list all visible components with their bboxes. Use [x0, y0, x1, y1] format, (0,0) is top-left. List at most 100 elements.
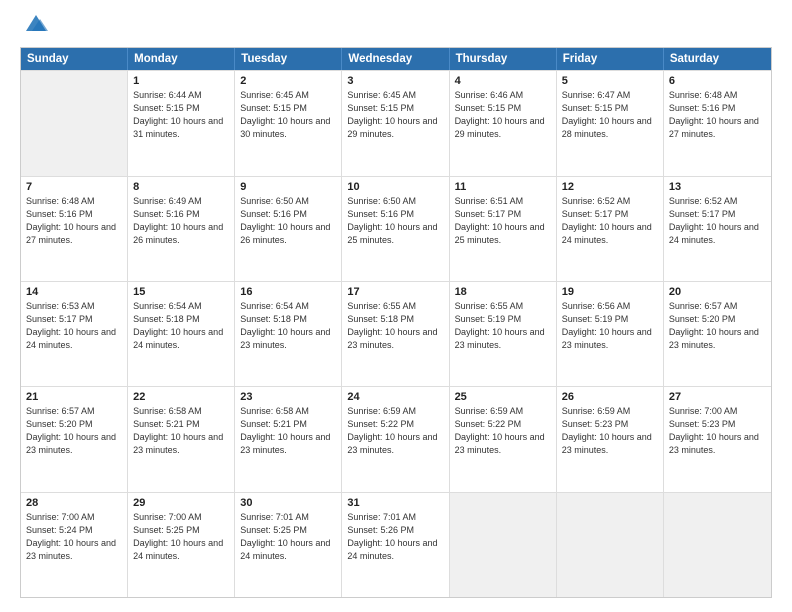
day-info: Sunrise: 6:48 AMSunset: 5:16 PMDaylight:… [26, 195, 122, 247]
day-number: 31 [347, 497, 443, 509]
header-day-wednesday: Wednesday [342, 48, 449, 70]
calendar-row-3: 14Sunrise: 6:53 AMSunset: 5:17 PMDayligh… [21, 281, 771, 386]
calendar-cell: 30 Sunrise: 7:01 AMSunset: 5:25 PMDayligh… [235, 493, 342, 597]
day-number: 22 [133, 391, 229, 403]
calendar-cell: 23 Sunrise: 6:58 AMSunset: 5:21 PMDayligh… [235, 387, 342, 491]
day-info: Sunrise: 6:59 AMSunset: 5:22 PMDaylight:… [455, 405, 551, 457]
day-info: Sunrise: 6:52 AMSunset: 5:17 PMDaylight:… [562, 195, 658, 247]
day-info: Sunrise: 6:50 AMSunset: 5:16 PMDaylight:… [347, 195, 443, 247]
header-day-saturday: Saturday [664, 48, 771, 70]
header-day-friday: Friday [557, 48, 664, 70]
calendar-cell: 17 Sunrise: 6:55 AMSunset: 5:18 PMDayligh… [342, 282, 449, 386]
day-info: Sunrise: 6:52 AMSunset: 5:17 PMDaylight:… [669, 195, 766, 247]
day-info: Sunrise: 7:00 AMSunset: 5:23 PMDaylight:… [669, 405, 766, 457]
day-number: 25 [455, 391, 551, 403]
day-number: 10 [347, 181, 443, 193]
day-info: Sunrise: 6:49 AMSunset: 5:16 PMDaylight:… [133, 195, 229, 247]
day-info: Sunrise: 6:57 AMSunset: 5:20 PMDaylight:… [26, 405, 122, 457]
day-number: 7 [26, 181, 122, 193]
day-info: Sunrise: 7:00 AMSunset: 5:24 PMDaylight:… [26, 511, 122, 563]
calendar-cell: 10 Sunrise: 6:50 AMSunset: 5:16 PMDayligh… [342, 177, 449, 281]
day-number: 20 [669, 286, 766, 298]
day-number: 13 [669, 181, 766, 193]
calendar-cell: 4Sunrise: 6:46 AMSunset: 5:15 PMDaylight… [450, 71, 557, 175]
day-number: 6 [669, 75, 766, 87]
calendar-cell: 28 Sunrise: 7:00 AMSunset: 5:24 PMDayligh… [21, 493, 128, 597]
day-info: Sunrise: 6:50 AMSunset: 5:16 PMDaylight:… [240, 195, 336, 247]
day-number: 21 [26, 391, 122, 403]
day-info: Sunrise: 6:55 AMSunset: 5:18 PMDaylight:… [347, 300, 443, 352]
calendar-cell: 20 Sunrise: 6:57 AMSunset: 5:20 PMDayligh… [664, 282, 771, 386]
day-number: 9 [240, 181, 336, 193]
calendar-cell: 19 Sunrise: 6:56 AMSunset: 5:19 PMDayligh… [557, 282, 664, 386]
day-info: Sunrise: 6:56 AMSunset: 5:19 PMDaylight:… [562, 300, 658, 352]
day-number: 26 [562, 391, 658, 403]
calendar-cell: 27 Sunrise: 7:00 AMSunset: 5:23 PMDayligh… [664, 387, 771, 491]
calendar-cell [557, 493, 664, 597]
calendar-cell: 21 Sunrise: 6:57 AMSunset: 5:20 PMDayligh… [21, 387, 128, 491]
day-number: 2 [240, 75, 336, 87]
day-info: Sunrise: 7:01 AMSunset: 5:25 PMDaylight:… [240, 511, 336, 563]
header [20, 18, 772, 37]
day-info: Sunrise: 6:53 AMSunset: 5:17 PMDaylight:… [26, 300, 122, 352]
day-number: 17 [347, 286, 443, 298]
day-info: Sunrise: 6:57 AMSunset: 5:20 PMDaylight:… [669, 300, 766, 352]
calendar-row-2: 7 Sunrise: 6:48 AMSunset: 5:16 PMDaylight… [21, 176, 771, 281]
page: SundayMondayTuesdayWednesdayThursdayFrid… [0, 0, 792, 612]
day-info: Sunrise: 7:01 AMSunset: 5:26 PMDaylight:… [347, 511, 443, 563]
day-number: 4 [455, 75, 551, 87]
calendar-cell: 24 Sunrise: 6:59 AMSunset: 5:22 PMDayligh… [342, 387, 449, 491]
day-number: 19 [562, 286, 658, 298]
day-info: Sunrise: 6:48 AMSunset: 5:16 PMDaylight:… [669, 89, 766, 141]
header-day-monday: Monday [128, 48, 235, 70]
calendar-cell: 22 Sunrise: 6:58 AMSunset: 5:21 PMDayligh… [128, 387, 235, 491]
day-number: 23 [240, 391, 336, 403]
calendar-cell: 25 Sunrise: 6:59 AMSunset: 5:22 PMDayligh… [450, 387, 557, 491]
calendar-cell: 26 Sunrise: 6:59 AMSunset: 5:23 PMDayligh… [557, 387, 664, 491]
day-info: Sunrise: 6:45 AMSunset: 5:15 PMDaylight:… [347, 89, 443, 141]
day-number: 12 [562, 181, 658, 193]
calendar-cell: 12 Sunrise: 6:52 AMSunset: 5:17 PMDayligh… [557, 177, 664, 281]
calendar-cell [21, 71, 128, 175]
day-number: 1 [133, 75, 229, 87]
day-number: 18 [455, 286, 551, 298]
calendar-cell: 29 Sunrise: 7:00 AMSunset: 5:25 PMDayligh… [128, 493, 235, 597]
day-info: Sunrise: 6:44 AMSunset: 5:15 PMDaylight:… [133, 89, 229, 141]
day-info: Sunrise: 6:59 AMSunset: 5:23 PMDaylight:… [562, 405, 658, 457]
day-number: 3 [347, 75, 443, 87]
day-number: 29 [133, 497, 229, 509]
calendar-body: 1 Sunrise: 6:44 AMSunset: 5:15 PMDaylight… [21, 70, 771, 597]
day-number: 28 [26, 497, 122, 509]
calendar-cell: 16 Sunrise: 6:54 AMSunset: 5:18 PMDayligh… [235, 282, 342, 386]
calendar-cell: 13 Sunrise: 6:52 AMSunset: 5:17 PMDayligh… [664, 177, 771, 281]
logo [20, 18, 50, 37]
calendar-cell [664, 493, 771, 597]
day-number: 8 [133, 181, 229, 193]
calendar: SundayMondayTuesdayWednesdayThursdayFrid… [20, 47, 772, 598]
day-info: Sunrise: 6:58 AMSunset: 5:21 PMDaylight:… [240, 405, 336, 457]
day-number: 24 [347, 391, 443, 403]
day-number: 30 [240, 497, 336, 509]
calendar-cell [450, 493, 557, 597]
calendar-cell: 7 Sunrise: 6:48 AMSunset: 5:16 PMDaylight… [21, 177, 128, 281]
day-info: Sunrise: 6:58 AMSunset: 5:21 PMDaylight:… [133, 405, 229, 457]
header-day-tuesday: Tuesday [235, 48, 342, 70]
day-info: Sunrise: 6:59 AMSunset: 5:22 PMDaylight:… [347, 405, 443, 457]
calendar-cell: 18 Sunrise: 6:55 AMSunset: 5:19 PMDayligh… [450, 282, 557, 386]
day-info: Sunrise: 7:00 AMSunset: 5:25 PMDaylight:… [133, 511, 229, 563]
day-info: Sunrise: 6:47 AMSunset: 5:15 PMDaylight:… [562, 89, 658, 141]
calendar-cell: 11Sunrise: 6:51 AMSunset: 5:17 PMDayligh… [450, 177, 557, 281]
calendar-cell: 8 Sunrise: 6:49 AMSunset: 5:16 PMDaylight… [128, 177, 235, 281]
day-number: 16 [240, 286, 336, 298]
day-info: Sunrise: 6:54 AMSunset: 5:18 PMDaylight:… [133, 300, 229, 352]
calendar-cell: 2Sunrise: 6:45 AMSunset: 5:15 PMDaylight… [235, 71, 342, 175]
day-number: 5 [562, 75, 658, 87]
day-info: Sunrise: 6:55 AMSunset: 5:19 PMDaylight:… [455, 300, 551, 352]
calendar-cell: 9 Sunrise: 6:50 AMSunset: 5:16 PMDaylight… [235, 177, 342, 281]
day-info: Sunrise: 6:54 AMSunset: 5:18 PMDaylight:… [240, 300, 336, 352]
day-info: Sunrise: 6:51 AMSunset: 5:17 PMDaylight:… [455, 195, 551, 247]
calendar-row-5: 28 Sunrise: 7:00 AMSunset: 5:24 PMDayligh… [21, 492, 771, 597]
calendar-row-1: 1 Sunrise: 6:44 AMSunset: 5:15 PMDaylight… [21, 70, 771, 175]
header-day-sunday: Sunday [21, 48, 128, 70]
day-number: 27 [669, 391, 766, 403]
